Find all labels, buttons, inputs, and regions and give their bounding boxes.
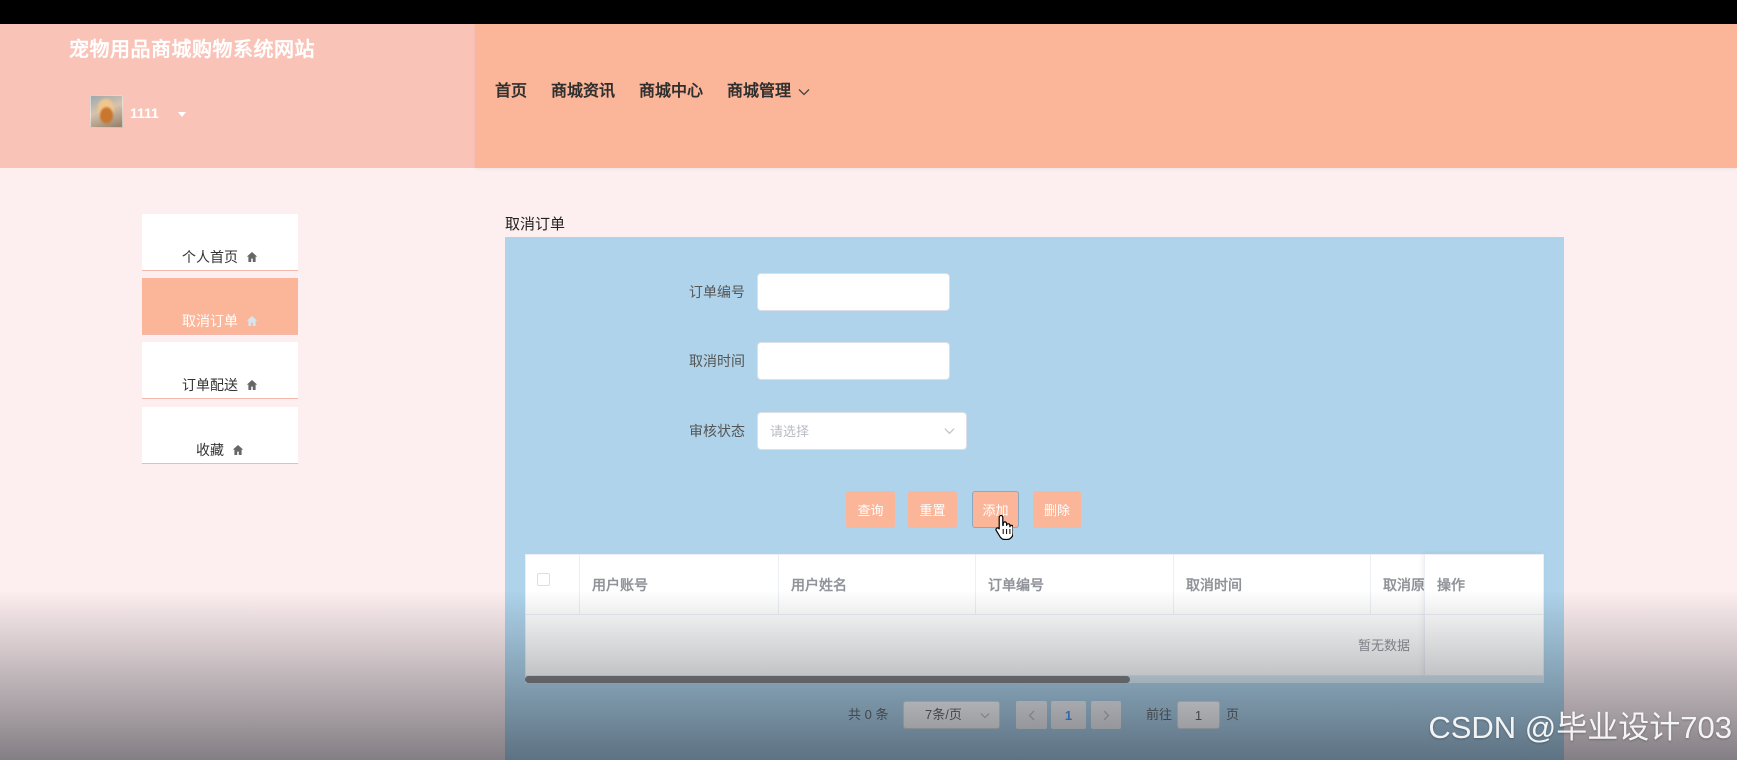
sidebar-item-label: 取消订单 [182, 313, 238, 329]
main-nav: 首页 商城资讯 商城中心 商城管理 [495, 82, 810, 102]
nav-item-mall-center[interactable]: 商城中心 [639, 82, 703, 102]
goto-label: 前往 [1146, 707, 1173, 722]
site-title: 宠物用品商城购物系统网站 [69, 39, 315, 61]
column-header-user-account: 用户账号 [580, 555, 779, 614]
review-status-label: 审核状态 [689, 423, 745, 439]
column-header-operation: 操作 [1425, 554, 1543, 615]
top-black-bar [0, 0, 1737, 24]
prev-page-button[interactable] [1016, 701, 1047, 729]
content-panel: 订单编号 取消时间 审核状态 查询 重置 添加 删除 用户账号 [505, 237, 1564, 760]
caret-down-icon[interactable] [178, 112, 186, 117]
home-icon [246, 252, 258, 262]
query-button[interactable]: 查询 [846, 491, 895, 528]
page-title: 取消订单 [505, 216, 566, 233]
sidebar-item-favorites[interactable]: 收藏 [142, 407, 298, 464]
column-header-user-name: 用户姓名 [779, 555, 976, 614]
next-page-button[interactable] [1091, 701, 1121, 729]
column-header-label: 用户账号 [592, 576, 648, 593]
column-header-label: 操作 [1437, 576, 1465, 593]
nav-item-label: 商城资讯 [551, 83, 616, 100]
chevron-right-icon [1103, 710, 1110, 720]
delete-button[interactable]: 删除 [1033, 491, 1081, 528]
header-brand-area: 宠物用品商城购物系统网站 1111 [0, 24, 475, 168]
cancel-time-input[interactable] [757, 342, 950, 380]
avatar[interactable] [90, 95, 123, 128]
nav-item-label: 商城管理 [727, 83, 792, 100]
home-icon [232, 445, 244, 455]
table-header-select-cell [526, 555, 580, 614]
nav-item-label: 商城中心 [639, 83, 704, 100]
table-header-row: 用户账号 用户姓名 订单编号 取消时间 取消原 [525, 554, 1544, 615]
cancel-time-label: 取消时间 [689, 353, 745, 369]
column-header-label: 取消时间 [1186, 576, 1242, 593]
column-header-cancel-time: 取消时间 [1174, 555, 1371, 614]
nav-item-home[interactable]: 首页 [495, 82, 527, 102]
username[interactable]: 1111 [130, 105, 159, 121]
sidebar-item-cancel-orders[interactable]: 取消订单 [142, 278, 298, 335]
nav-item-mall-news[interactable]: 商城资讯 [551, 82, 615, 102]
sidebar-item-label: 收藏 [196, 442, 224, 458]
column-header-order-no: 订单编号 [976, 555, 1174, 614]
sidebar-item-order-delivery[interactable]: 订单配送 [142, 342, 298, 399]
nav-item-label: 首页 [495, 83, 528, 100]
pagination-total: 共 0 条 [848, 707, 889, 722]
cancel-orders-table: 用户账号 用户姓名 订单编号 取消时间 取消原 暂无数据 操作 [525, 554, 1544, 683]
order-no-input[interactable] [757, 273, 950, 311]
chevron-down-icon [980, 713, 990, 719]
scrollbar-thumb[interactable] [525, 676, 1130, 683]
mouse-cursor-icon [995, 514, 1013, 540]
chevron-down-icon [944, 428, 955, 435]
column-header-label: 用户姓名 [791, 576, 847, 593]
reset-button[interactable]: 重置 [908, 491, 957, 528]
review-status-input[interactable] [758, 413, 938, 449]
order-no-label: 订单编号 [689, 284, 745, 300]
horizontal-scrollbar[interactable] [525, 676, 1544, 683]
select-all-checkbox[interactable] [537, 573, 550, 586]
watermark: CSDN @毕业设计703 [1428, 710, 1732, 745]
page: 宠物用品商城购物系统网站 1111 首页 商城资讯 商城中心 商城管理 个人首页… [0, 0, 1737, 760]
current-page-number: 1 [1064, 707, 1073, 723]
header-nav-area: 首页 商城资讯 商城中心 商城管理 [475, 24, 1737, 168]
goto-page-input[interactable] [1177, 701, 1220, 729]
chevron-left-icon [1028, 710, 1034, 720]
page-size-value: 7条/页 [925, 707, 962, 722]
column-header-label: 取消原 [1383, 576, 1425, 593]
column-header-label: 订单编号 [988, 576, 1044, 593]
empty-table-text: 暂无数据 [1358, 638, 1411, 653]
home-icon [246, 380, 258, 390]
table-body: 暂无数据 [525, 615, 1544, 676]
operation-cell-empty [1425, 615, 1543, 676]
fixed-operation-column: 操作 [1424, 554, 1544, 676]
sidebar-item-label: 个人首页 [182, 249, 238, 265]
nav-item-mall-management[interactable]: 商城管理 [727, 82, 810, 102]
sidebar-item-label: 订单配送 [182, 377, 238, 393]
chevron-down-icon [798, 89, 810, 96]
review-status-select[interactable] [757, 412, 967, 450]
goto-suffix: 页 [1226, 707, 1240, 722]
page-size-select[interactable]: 7条/页 [903, 701, 1000, 729]
page-number-button[interactable]: 1 [1051, 701, 1086, 729]
sidebar-item-profile-home[interactable]: 个人首页 [142, 214, 298, 271]
home-icon [246, 316, 258, 326]
